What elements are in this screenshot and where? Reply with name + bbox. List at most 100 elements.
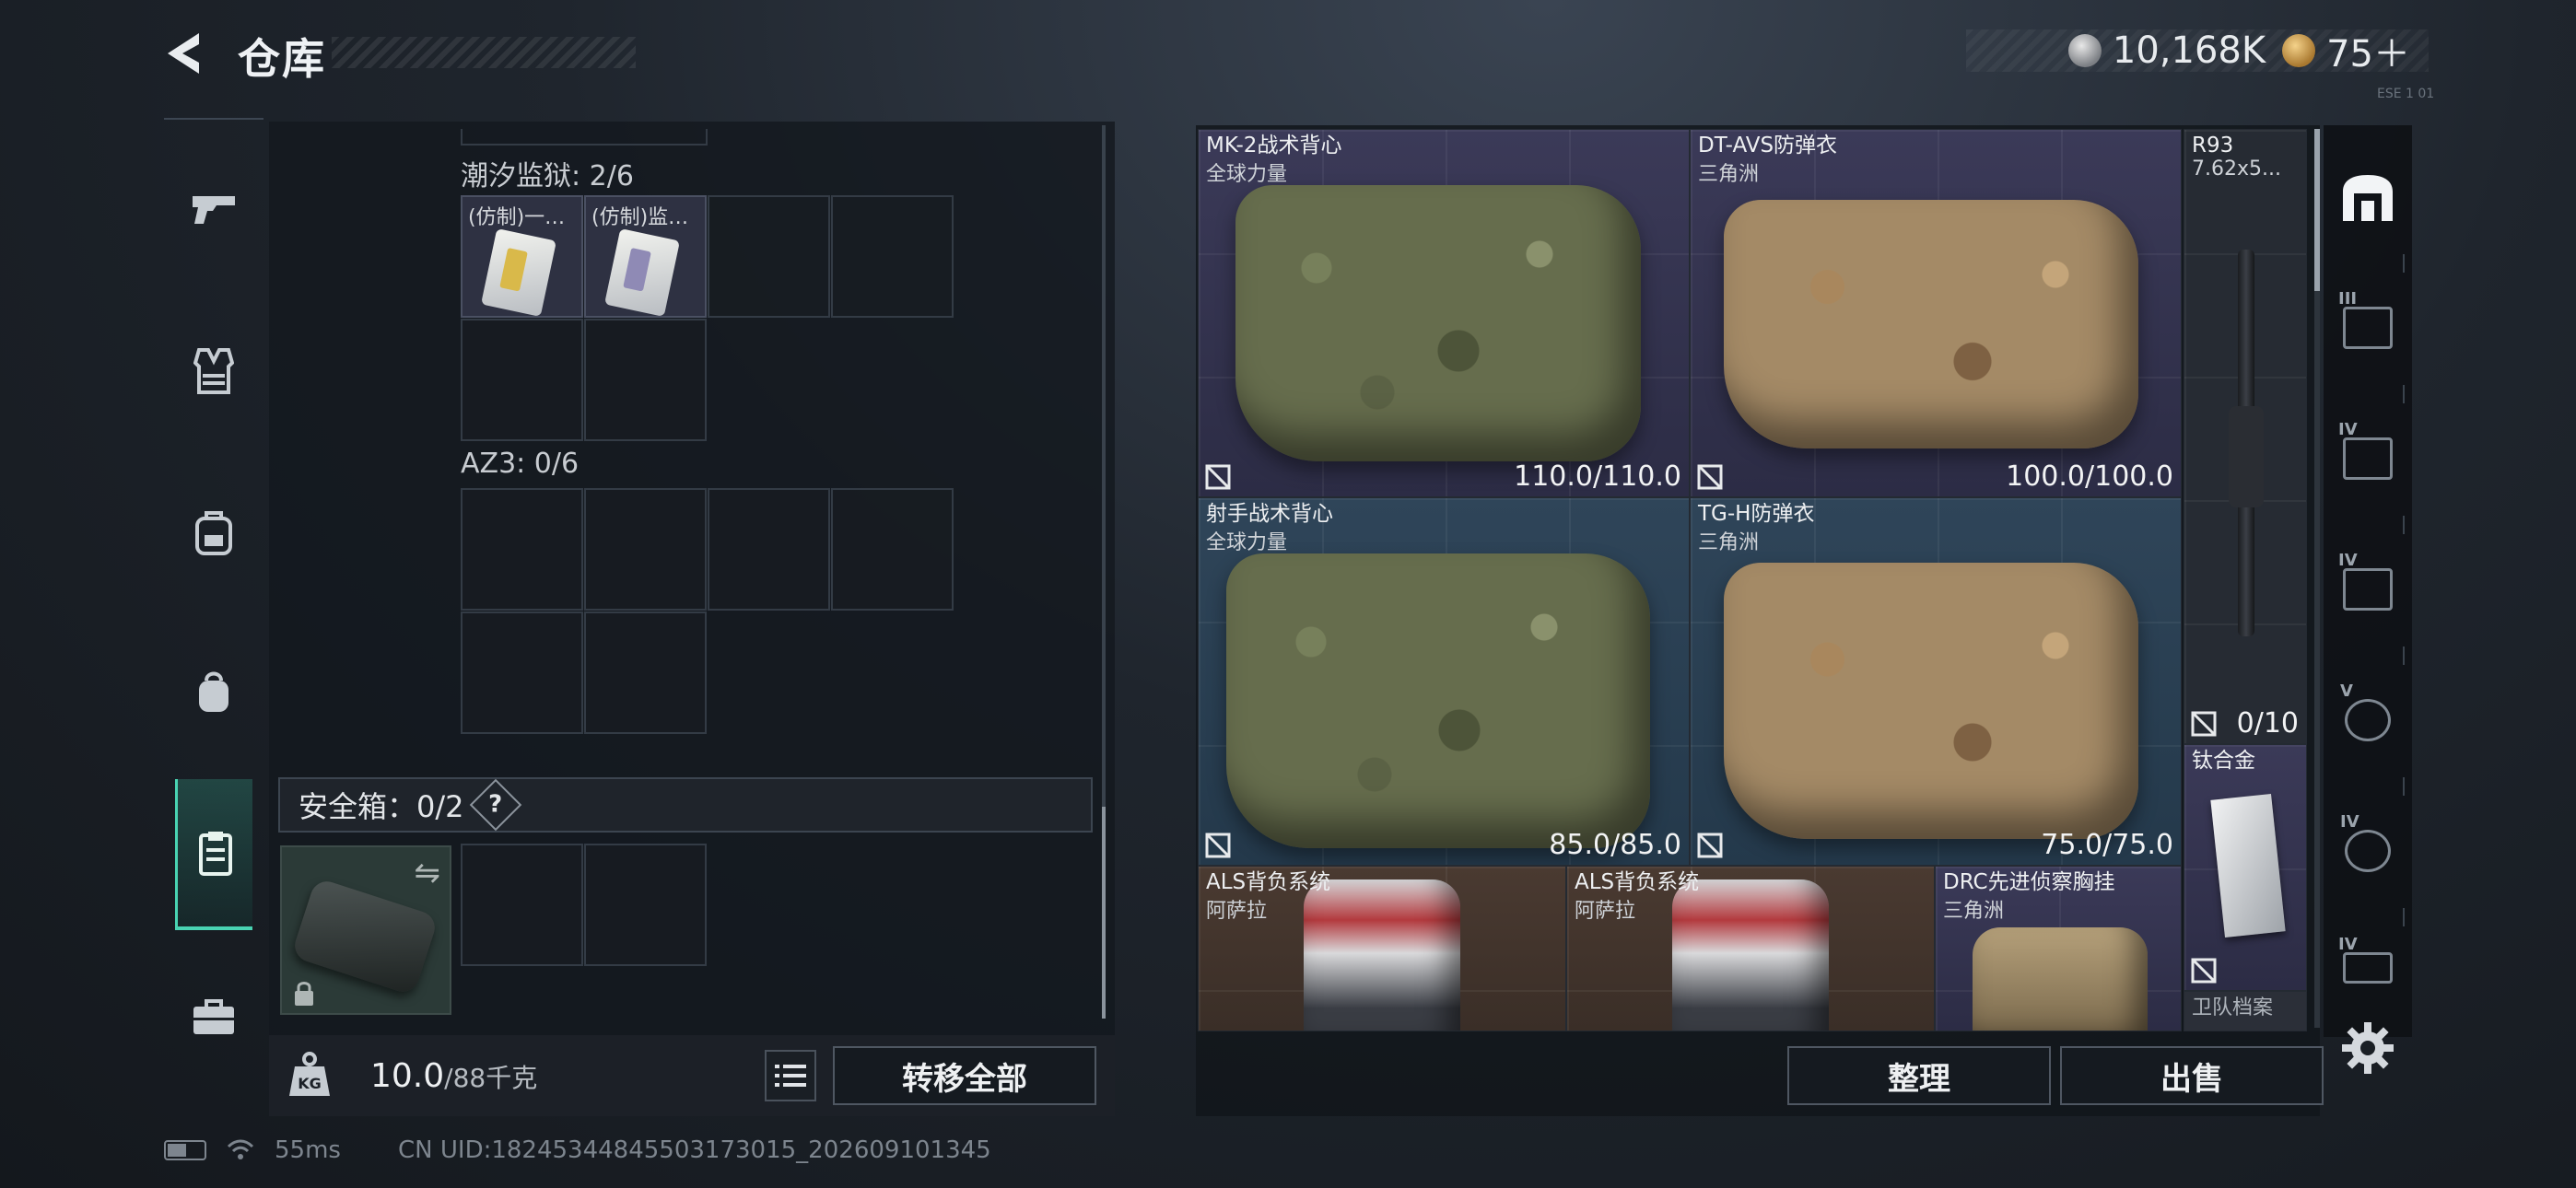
nav-weapons[interactable]: [164, 140, 263, 278]
silver-amount: 10,168K: [2112, 29, 2266, 72]
ping-text: 55ms: [275, 1136, 341, 1164]
container-slot[interactable]: [461, 611, 583, 734]
container-icon: III: [2338, 289, 2393, 349]
page-title: 仓库: [238, 34, 326, 84]
keycard-icon: [603, 228, 681, 317]
chest-rig-image: [1973, 927, 2148, 1031]
safe-icon: IV: [2340, 812, 2391, 872]
battery-icon: [164, 1140, 206, 1160]
container-slot[interactable]: [461, 488, 583, 611]
filter-all[interactable]: [2324, 133, 2412, 262]
stash-item-tg-h[interactable]: TG-H防弹衣 三角洲 75.0/75.0: [1690, 497, 2182, 866]
vest-image: [1724, 200, 2138, 448]
container-slot[interactable]: [584, 319, 707, 441]
backpack-icon: [195, 511, 232, 555]
sell-button[interactable]: 出售: [2060, 1046, 2324, 1105]
section-label-az3: AZ3: 0/6: [461, 448, 580, 480]
container-slot[interactable]: [831, 195, 954, 318]
backpack-image: [1304, 879, 1460, 1031]
settings-gear-icon[interactable]: [2340, 1020, 2395, 1076]
medkit-icon: IV: [2338, 551, 2393, 611]
bag-icon: [199, 671, 228, 712]
swap-icon[interactable]: ⇋: [415, 855, 441, 891]
container-scrollbar[interactable]: [1102, 125, 1106, 1019]
sort-button[interactable]: 整理: [1787, 1046, 2051, 1105]
medkit-icon: IV: [2338, 420, 2393, 480]
safe-box-label: 安全箱：0/2: [299, 789, 464, 824]
safe-box-case-icon: [290, 877, 439, 996]
nav-chest-rig[interactable]: [164, 464, 263, 602]
clipboard-icon: [198, 832, 232, 876]
container-slot[interactable]: [708, 195, 830, 318]
silver-coin-icon: [2067, 34, 2102, 67]
filter-medkit-iv[interactable]: IV: [2324, 394, 2412, 523]
container-slot[interactable]: [708, 488, 830, 611]
filter-safe-iv[interactable]: IV: [2324, 786, 2412, 915]
stash-item-guard-file[interactable]: 卫队档案: [2184, 991, 2307, 1031]
silver-currency: 10,168K: [2067, 29, 2266, 72]
list-icon: [775, 1065, 806, 1087]
stash-item-titanium[interactable]: 钛合金: [2184, 744, 2307, 991]
currency-bar: 10,168K 75＋: [1966, 29, 2429, 76]
container-slot[interactable]: [584, 611, 707, 734]
nav-armor[interactable]: [164, 302, 263, 440]
stash-item-drc[interactable]: DRC先进侦察胸挂 三角洲: [1935, 866, 2182, 1031]
safe-box-slot[interactable]: [461, 844, 583, 966]
nav-backpack[interactable]: [164, 623, 263, 761]
lock-icon: [295, 982, 313, 1006]
filter-container-iii[interactable]: III: [2324, 263, 2412, 392]
transfer-all-button[interactable]: 转移全部: [833, 1046, 1096, 1105]
uid-text: CN UID:18245344845503173015_202609101345: [398, 1136, 991, 1164]
stash-home-icon: [2343, 175, 2393, 221]
version-text: ESE 1 01: [2377, 87, 2435, 101]
filter-folder-iv[interactable]: IV: [2324, 917, 2412, 1019]
stash-item-mk2-vest[interactable]: MK-2战术背心 全球力量 110.0/110.0: [1198, 129, 1690, 497]
svg-text:KG: KG: [298, 1075, 322, 1092]
nav-container[interactable]: [175, 779, 252, 930]
keycard-icon: [480, 228, 557, 317]
no-insure-icon: [2191, 958, 2217, 984]
status-bar: 55ms: [164, 1136, 341, 1164]
stash-item-r93[interactable]: R93 7.62x5... 0/10: [2184, 129, 2307, 744]
pistol-icon: [193, 196, 235, 224]
toolbox-icon: [193, 999, 234, 1034]
back-arrow-icon[interactable]: [158, 28, 210, 79]
stash-item-marksman-vest[interactable]: 射手战术背心 全球力量 85.0/85.0: [1198, 497, 1690, 866]
stash-item-dt-avs[interactable]: DT-AVS防弹衣 三角洲 100.0/100.0: [1690, 129, 2182, 497]
container-slot-item[interactable]: (仿制)监…: [584, 195, 707, 318]
stash-scrollbar[interactable]: [2314, 129, 2320, 1028]
help-button[interactable]: ?: [469, 778, 521, 832]
previous-grid-edge: [461, 129, 708, 146]
container-slot-item[interactable]: (仿制)一…: [461, 195, 583, 318]
container-slot[interactable]: [831, 488, 954, 611]
title-decoration: [332, 37, 636, 68]
filter-safe-v[interactable]: V: [2324, 656, 2412, 785]
vest-image: [1724, 563, 2138, 839]
safe-box-slot[interactable]: [584, 844, 707, 966]
safe-box-item[interactable]: ⇋: [280, 845, 451, 1015]
section-label-tidal-prison: 潮汐监狱: 2/6: [461, 160, 634, 192]
wifi-icon: [227, 1139, 254, 1159]
nav-toolbox[interactable]: [164, 949, 263, 1087]
no-insure-icon: [1697, 833, 1723, 858]
no-insure-icon: [2191, 711, 2217, 737]
stash-item-als-1[interactable]: ALS背负系统 阿萨拉: [1198, 866, 1566, 1031]
gold-amount: 75＋: [2326, 33, 2410, 76]
gold-coin-icon: [2282, 34, 2316, 67]
weight-icon: KG: [289, 1052, 330, 1096]
stash-item-als-2[interactable]: ALS背负系统 阿萨拉: [1566, 866, 1935, 1031]
backpack-image: [1672, 879, 1829, 1031]
container-slot[interactable]: [461, 319, 583, 441]
vest-image: [1226, 553, 1650, 848]
safe-icon: V: [2340, 681, 2391, 741]
no-insure-icon: [1205, 464, 1231, 490]
vest-icon: [193, 348, 234, 394]
filter-medkit-iv-2[interactable]: IV: [2324, 525, 2412, 654]
gold-currency[interactable]: 75＋: [2282, 24, 2410, 77]
folder-icon: IV: [2338, 935, 2393, 984]
safe-box-header: 安全箱：0/2 ?: [278, 777, 1093, 833]
list-view-button[interactable]: [765, 1050, 816, 1101]
container-slot[interactable]: [584, 488, 707, 611]
no-insure-icon: [1205, 833, 1231, 858]
capacity-value: 10.0/88千克: [370, 1057, 538, 1095]
